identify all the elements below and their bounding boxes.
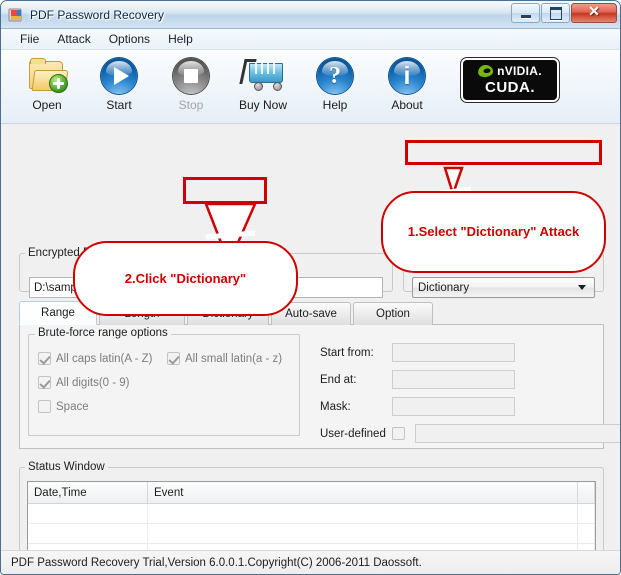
highlight-dictionary-tab <box>183 177 267 204</box>
start-from-row: Start from: <box>320 343 515 362</box>
user-defined-checkbox[interactable] <box>392 427 405 440</box>
end-at-input[interactable] <box>392 370 515 389</box>
user-defined-row: User-defined <box>320 424 620 443</box>
folder-add-icon <box>11 54 83 98</box>
column-header-spacer <box>578 482 595 503</box>
help-button[interactable]: ? Help <box>299 54 371 112</box>
buy-now-button-label: Buy Now <box>238 98 288 112</box>
menu-item-help[interactable]: Help <box>159 30 202 48</box>
checkbox-icon <box>38 376 51 389</box>
pdf-book-icon <box>8 7 24 23</box>
play-circle-icon <box>83 54 155 98</box>
start-from-label: Start from: <box>320 346 374 359</box>
status-table-header: Date,Time Event <box>28 482 595 504</box>
user-defined-label: User-defined <box>320 427 386 440</box>
attack-type-value: Dictionary <box>418 281 470 294</box>
callout-2: 2.Click "Dictionary" <box>73 241 298 316</box>
checkbox-all-digits[interactable]: All digits(0 - 9) <box>38 376 130 389</box>
minimize-button[interactable] <box>511 3 540 23</box>
column-header-datetime: Date,Time <box>28 482 148 503</box>
checkbox-all-caps-latin-label: All caps latin(A - Z) <box>56 352 153 365</box>
mask-row: Mask: <box>320 397 515 416</box>
start-from-input[interactable] <box>392 343 515 362</box>
attack-type-select[interactable]: Dictionary <box>412 277 595 298</box>
cuda-product-label: CUDA. <box>485 79 535 96</box>
checkbox-icon <box>38 400 51 413</box>
stop-circle-icon <box>155 54 227 98</box>
checkbox-all-caps-latin[interactable]: All caps latin(A - Z) <box>38 352 153 365</box>
brute-force-range-options-label: Brute-force range options <box>35 327 171 339</box>
shopping-cart-icon <box>227 54 299 98</box>
stop-button[interactable]: Stop <box>155 54 227 112</box>
checkbox-space-label: Space <box>56 400 89 413</box>
table-row[interactable] <box>28 524 595 544</box>
info-circle-icon: i <box>371 54 443 98</box>
title-bar: PDF Password Recovery ✕ <box>1 1 620 29</box>
checkbox-icon <box>38 352 51 365</box>
table-row[interactable] <box>28 504 595 524</box>
status-bar-text: PDF Password Recovery Trial,Version 6.0.… <box>11 556 422 569</box>
close-button[interactable]: ✕ <box>571 3 617 23</box>
open-button-label: Open <box>32 98 62 112</box>
minimize-icon <box>520 14 531 18</box>
window-controls: ✕ <box>510 3 617 23</box>
range-tab-panel: Brute-force range options All caps latin… <box>19 324 620 449</box>
checkbox-icon <box>167 352 180 365</box>
checkbox-all-small-latin-label: All small latin(a - z) <box>185 352 283 365</box>
help-button-label: Help <box>322 98 348 112</box>
application-window: PDF Password Recovery ✕ Fiie Attack Opti… <box>0 0 621 575</box>
start-button[interactable]: Start <box>83 54 155 112</box>
chevron-down-icon <box>578 285 586 290</box>
user-defined-input[interactable] <box>415 424 620 443</box>
highlight-attack-type <box>405 140 602 165</box>
menu-item-attack[interactable]: Attack <box>48 30 99 48</box>
brute-force-range-options-group: Brute-force range options All caps latin… <box>28 327 300 436</box>
nvidia-cuda-badge: nVIDIA. CUDA. <box>460 57 560 103</box>
buy-now-button[interactable]: Buy Now <box>227 54 299 112</box>
status-bar: PDF Password Recovery Trial,Version 6.0.… <box>1 550 620 574</box>
open-button[interactable]: Open <box>11 54 83 112</box>
start-button-label: Start <box>106 98 132 112</box>
window-title: PDF Password Recovery <box>30 7 165 22</box>
nvidia-brand-label: nVIDIA. <box>497 64 542 78</box>
about-button-label: About <box>391 98 423 112</box>
status-window-legend: Status Window <box>28 461 105 473</box>
toolbar: Open Start Stop Buy Now ? Help i About n… <box>1 50 620 124</box>
menu-item-file[interactable]: Fiie <box>11 30 48 48</box>
stop-button-label: Stop <box>178 98 204 112</box>
maximize-icon <box>549 6 562 20</box>
checkbox-all-small-latin[interactable]: All small latin(a - z) <box>167 352 282 365</box>
about-button[interactable]: i About <box>371 54 443 112</box>
question-circle-icon: ? <box>299 54 371 98</box>
end-at-label: End at: <box>320 373 357 386</box>
end-at-row: End at: <box>320 370 515 389</box>
menu-item-options[interactable]: Options <box>100 30 159 48</box>
checkbox-all-digits-label: All digits(0 - 9) <box>56 376 130 389</box>
checkbox-space[interactable]: Space <box>38 400 89 413</box>
column-header-event: Event <box>148 482 578 503</box>
nvidia-eye-icon <box>477 64 494 78</box>
mask-label: Mask: <box>320 400 351 413</box>
maximize-button[interactable] <box>541 3 570 23</box>
mask-input[interactable] <box>392 397 515 416</box>
menu-bar: Fiie Attack Options Help <box>1 29 620 50</box>
tab-option[interactable]: Option <box>353 302 433 325</box>
callout-1: 1.Select "Dictionary" Attack <box>381 191 606 273</box>
close-icon: ✕ <box>588 5 600 20</box>
